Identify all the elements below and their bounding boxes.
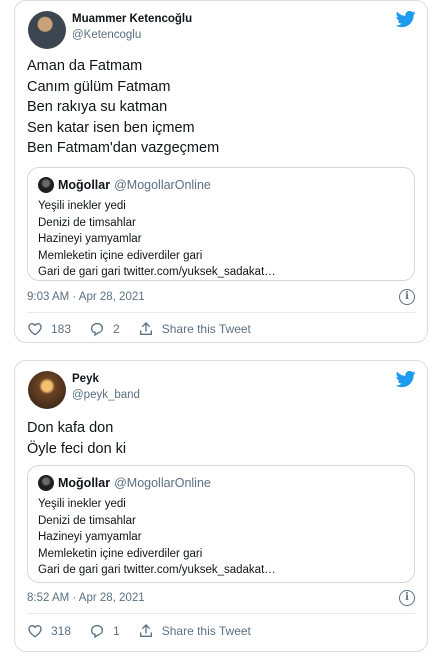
heart-icon	[28, 624, 42, 638]
quoted-author-name: Moğollar	[58, 178, 111, 192]
tweet-line: Ben rakıya su katman	[27, 99, 168, 115]
share-label: Share this Tweet	[161, 322, 251, 336]
quoted-line: Memleketin içine ediverdiler gari	[38, 249, 203, 262]
quoted-line: Memleketin içine ediverdiler gari	[38, 547, 203, 560]
share-icon	[139, 322, 152, 335]
quoted-author-name: Moğollar	[58, 476, 111, 490]
reply-bubble-icon	[91, 625, 104, 639]
quoted-tweet[interactable]: Moğollar @MogollarOnline Yeşili inekler …	[27, 465, 415, 583]
reply-button[interactable]: 2	[89, 321, 120, 337]
action-bar: 318 1 Share this Tweet	[27, 623, 269, 639]
twitter-bird-icon[interactable]	[395, 369, 417, 389]
tweet-line: Canım gülüm Fatmam	[27, 78, 171, 95]
like-button[interactable]: 318	[27, 623, 71, 639]
twitter-bird-icon[interactable]	[395, 9, 417, 29]
tweet-body: Aman da Fatmam Canım gülüm Fatmam Ben ra…	[27, 56, 219, 159]
reply-bubble-icon	[91, 323, 104, 337]
quoted-avatar	[38, 177, 54, 193]
quoted-line: Hazineyi yamyamlar	[38, 233, 142, 245]
info-icon[interactable]: i	[399, 590, 415, 606]
reply-button[interactable]: 1	[89, 623, 120, 639]
tweet-line: Don kafa don	[27, 420, 114, 436]
quoted-tweet[interactable]: Moğollar @MogollarOnline Yeşili inekler …	[27, 167, 415, 281]
tweet-timestamp[interactable]: 8:52 AM · Apr 28, 2021	[27, 592, 145, 604]
heart-icon	[28, 322, 42, 336]
quoted-line: Yeşili inekler yedi	[38, 498, 126, 510]
quoted-line: Denizi de timsahlar	[38, 514, 136, 527]
tweet-line: Öyle feci don ki	[27, 440, 127, 457]
reply-count: 2	[113, 322, 120, 336]
author-name[interactable]: Muammer Ketencoğlu	[72, 13, 192, 25]
divider	[27, 613, 415, 614]
tweet-line: Sen katar isen ben içmem	[27, 119, 195, 136]
quoted-author-handle: @MogollarOnline	[114, 178, 211, 192]
tweet-timestamp[interactable]: 9:03 AM · Apr 28, 2021	[27, 291, 145, 303]
share-label: Share this Tweet	[161, 624, 251, 638]
avatar[interactable]	[28, 11, 66, 49]
reply-count: 1	[113, 624, 120, 638]
author-handle[interactable]: @Ketencoglu	[72, 29, 141, 41]
author-name[interactable]: Peyk	[72, 373, 99, 385]
tweet-line: Aman da Fatmam	[27, 58, 143, 74]
quoted-line: Hazineyi yamyamlar	[38, 531, 142, 543]
quoted-avatar	[38, 475, 54, 491]
share-icon	[139, 624, 152, 637]
like-count: 183	[51, 322, 72, 336]
like-button[interactable]: 183	[27, 321, 71, 337]
author-handle[interactable]: @peyk_band	[72, 389, 140, 401]
tweet-card[interactable]: Peyk @peyk_band Don kafa don Öyle feci d…	[14, 360, 428, 652]
action-bar: 183 2 Share this Tweet	[27, 321, 269, 337]
avatar[interactable]	[28, 371, 66, 409]
quoted-line: Denizi de timsahlar	[38, 216, 136, 229]
tweet-card[interactable]: Muammer Ketencoğlu @Ketencoglu Aman da F…	[14, 0, 428, 343]
quoted-line[interactable]: Gari de gari gari twitter.com/yuksek_sad…	[38, 264, 404, 281]
share-button[interactable]: Share this Tweet	[138, 321, 251, 337]
quoted-author-handle: @MogollarOnline	[114, 476, 211, 490]
quoted-line: Yeşili inekler yedi	[38, 200, 126, 212]
like-count: 318	[51, 624, 72, 638]
share-button[interactable]: Share this Tweet	[138, 623, 251, 639]
tweet-line: Ben Fatmam'dan vazgeçmem	[27, 140, 220, 156]
quoted-line[interactable]: Gari de gari gari twitter.com/yuksek_sad…	[38, 562, 404, 579]
info-icon[interactable]: i	[399, 289, 415, 305]
tweet-body: Don kafa don Öyle feci don ki	[27, 418, 126, 459]
divider	[27, 312, 415, 313]
